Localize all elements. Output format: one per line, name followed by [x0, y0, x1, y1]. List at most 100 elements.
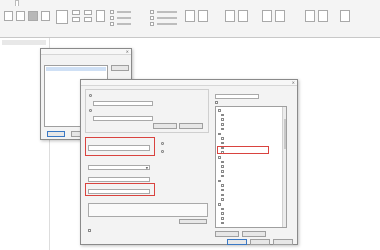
ribbon-tab[interactable] [11, 0, 13, 6]
group-parameter-select[interactable] [88, 189, 150, 194]
category-list-item[interactable] [221, 137, 225, 140]
ribbon-small-icon[interactable] [150, 10, 154, 14]
category-list-item[interactable] [218, 203, 222, 206]
category-checkbox[interactable] [221, 193, 224, 197]
category-list-item[interactable] [221, 170, 225, 173]
ok-button[interactable] [227, 239, 247, 245]
category-checkbox[interactable] [221, 113, 224, 117]
category-checkbox[interactable] [218, 203, 221, 206]
ribbon-tool-icon[interactable] [275, 10, 285, 22]
select-none-button[interactable] [242, 231, 266, 237]
shared-parameter-radio[interactable] [89, 109, 92, 112]
edit-tooltip-button[interactable] [179, 219, 207, 224]
help-button[interactable] [273, 239, 293, 245]
ribbon-tool-icon[interactable] [225, 10, 235, 22]
category-list-item[interactable] [221, 207, 225, 211]
export-button[interactable] [179, 123, 203, 129]
instance-radio[interactable] [161, 150, 164, 153]
ribbon-small-icon[interactable] [150, 22, 154, 26]
ribbon-tab-active[interactable] [15, 0, 19, 6]
ribbon-tab[interactable] [21, 0, 23, 6]
tooltip-field[interactable] [88, 203, 208, 217]
parameter-type-select[interactable] [88, 177, 150, 182]
ribbon-tool-icon[interactable] [4, 11, 13, 21]
ribbon-tool-icon[interactable] [185, 10, 195, 22]
ribbon-tool-icon[interactable] [340, 10, 350, 22]
cancel-button[interactable] [250, 239, 270, 245]
category-list-item[interactable] [221, 193, 225, 197]
category-checkbox[interactable] [218, 179, 221, 182]
ribbon-small-icon[interactable] [110, 10, 114, 14]
ribbon-small-icon[interactable] [72, 17, 80, 22]
category-checkbox[interactable] [221, 198, 224, 201]
category-list[interactable] [215, 106, 287, 228]
category-list-item[interactable] [218, 132, 222, 135]
category-list-item[interactable] [221, 160, 225, 164]
ribbon-tab[interactable] [3, 0, 5, 6]
ribbon-tool-icon[interactable] [262, 10, 272, 22]
ribbon-small-icon[interactable] [72, 10, 80, 15]
category-list-item[interactable] [221, 212, 225, 215]
select-button[interactable] [153, 123, 177, 129]
ok-button[interactable] [47, 131, 65, 137]
close-icon[interactable]: × [292, 80, 295, 86]
discipline-select[interactable]: ▼ [88, 165, 150, 170]
ribbon-small-icon[interactable] [84, 17, 92, 22]
category-list-item[interactable] [218, 179, 222, 182]
category-list-item[interactable] [221, 118, 225, 121]
category-checkbox[interactable] [221, 165, 224, 168]
show-all-checkbox[interactable] [215, 101, 218, 104]
edit-button[interactable] [111, 65, 129, 71]
select-all-button[interactable] [215, 231, 239, 237]
category-checkbox[interactable] [221, 212, 224, 215]
category-checkbox[interactable] [218, 109, 221, 112]
category-checkbox[interactable] [221, 160, 224, 164]
ribbon-small-icon[interactable] [110, 22, 114, 26]
category-checkbox[interactable] [218, 132, 221, 135]
category-checkbox[interactable] [221, 221, 224, 225]
category-checkbox[interactable] [221, 127, 224, 131]
category-checkbox[interactable] [221, 141, 224, 145]
category-list-item[interactable] [221, 188, 225, 192]
category-list-item[interactable] [218, 109, 222, 112]
category-checkbox[interactable] [221, 188, 224, 192]
category-checkbox[interactable] [221, 174, 224, 178]
ribbon-small-icon[interactable] [84, 10, 92, 15]
project-parameter-radio[interactable] [89, 94, 92, 97]
scroll-thumb[interactable] [283, 119, 286, 149]
category-checkbox[interactable] [218, 156, 221, 159]
category-list-item[interactable] [221, 198, 225, 201]
ribbon-tool-icon[interactable] [56, 10, 68, 24]
ribbon-tool-icon[interactable] [28, 11, 38, 21]
ribbon-small-icon[interactable] [150, 16, 154, 20]
ribbon-tool-icon[interactable] [318, 10, 328, 22]
category-checkbox[interactable] [221, 123, 224, 126]
ribbon-tab[interactable] [29, 0, 31, 6]
category-list-item[interactable] [221, 184, 225, 187]
category-list-item[interactable] [221, 174, 225, 178]
ribbon-tool-icon[interactable] [41, 11, 50, 21]
ribbon-small-icon[interactable] [110, 16, 114, 20]
category-checkbox[interactable] [221, 184, 224, 187]
category-list-item[interactable] [221, 123, 225, 126]
close-icon[interactable]: × [126, 49, 129, 55]
category-list-item[interactable] [221, 221, 225, 225]
ribbon-tool-icon[interactable] [16, 11, 25, 21]
ribbon-tab[interactable] [7, 0, 9, 6]
category-list-item[interactable] [221, 217, 225, 220]
category-list-item[interactable] [221, 165, 225, 168]
category-list-item[interactable] [218, 156, 222, 159]
category-checkbox[interactable] [221, 207, 224, 211]
ribbon-tool-icon[interactable] [305, 10, 315, 22]
category-checkbox[interactable] [221, 118, 224, 121]
type-radio[interactable] [161, 142, 164, 145]
ribbon-tool-icon[interactable] [198, 10, 208, 22]
scrollbar[interactable] [282, 107, 286, 227]
category-list-item[interactable] [221, 127, 225, 131]
category-checkbox[interactable] [221, 137, 224, 140]
category-checkbox[interactable] [221, 217, 224, 220]
category-list-item[interactable] [221, 113, 225, 117]
ribbon-tool-icon[interactable] [238, 10, 248, 22]
parameter-name-input[interactable] [88, 145, 150, 151]
ribbon-tab[interactable] [25, 0, 27, 6]
